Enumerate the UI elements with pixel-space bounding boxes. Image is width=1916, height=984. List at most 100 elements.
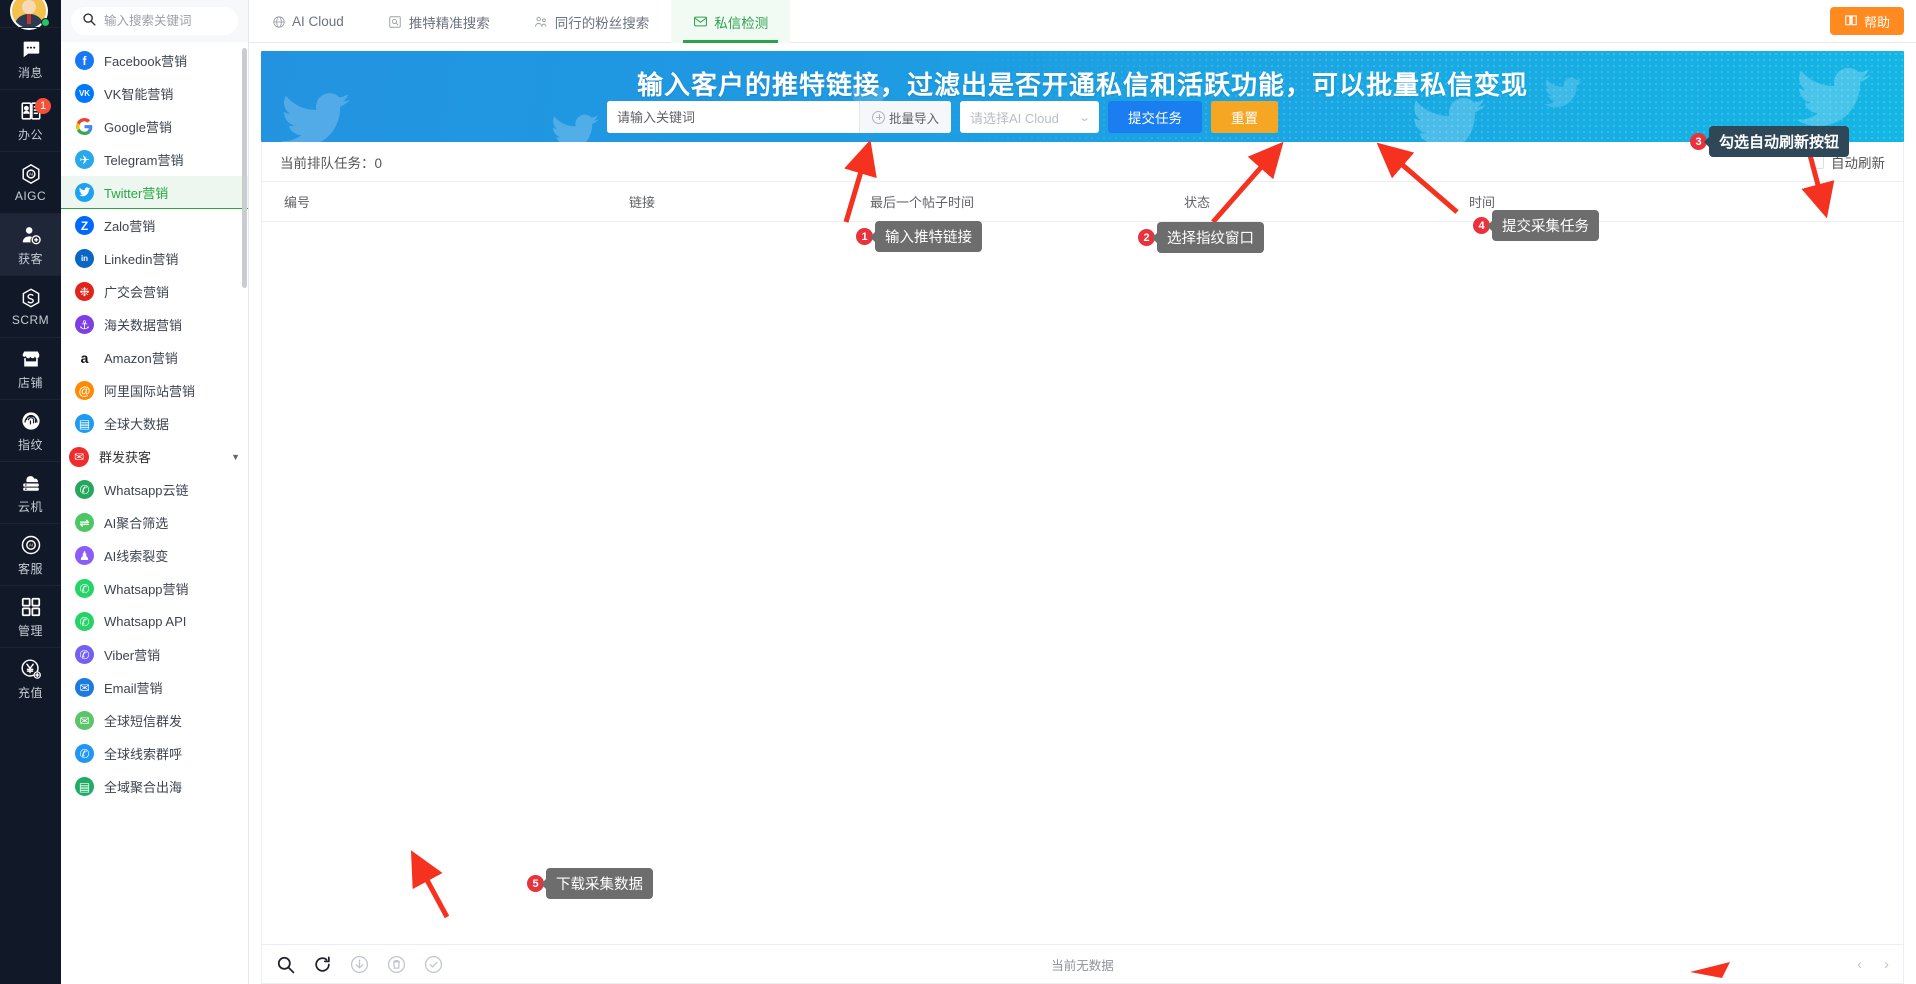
sidebar-item-Amazon营销[interactable]: a Amazon营销 <box>61 341 248 374</box>
annotation-1: 1 输入推特链接 <box>856 221 982 252</box>
amazon-icon: a <box>75 348 94 367</box>
sidebar-item-label: Amazon营销 <box>104 351 178 366</box>
rail-item-消息[interactable]: 消息 <box>0 27 61 89</box>
sidebar-item-全域聚合出海[interactable]: ▤ 全域聚合出海 <box>61 770 248 803</box>
next-page-button[interactable]: › <box>1884 956 1889 973</box>
submit-task-button[interactable]: 提交任务 <box>1108 101 1203 133</box>
rail-item-label: 管理 <box>17 623 43 638</box>
download-icon[interactable] <box>350 955 369 974</box>
rail-item-充值[interactable]: 充值 <box>0 647 61 709</box>
sidebar-item-label: 全域聚合出海 <box>104 780 183 795</box>
mass-send-icon: ✉ <box>69 446 89 467</box>
customs-data-icon: ⚓ <box>75 315 94 334</box>
sidebar-item-AI聚合筛选[interactable]: ⇌ AI聚合筛选 <box>61 506 248 539</box>
sidebar-item-label: AI聚合筛选 <box>104 516 169 531</box>
sidebar-item-Zalo营销[interactable]: Z Zalo营销 <box>61 209 248 242</box>
annotation-text: 下载采集数据 <box>546 868 653 899</box>
sidebar-scrollbar[interactable] <box>242 48 247 288</box>
pagination: ‹ › <box>1857 956 1889 973</box>
empty-state-text: 当前无数据 <box>1051 958 1114 973</box>
rail-item-label: 客服 <box>17 561 43 576</box>
rail-item-客服[interactable]: AI 客服 <box>0 523 61 585</box>
sidebar-item-全球大数据[interactable]: ▤ 全球大数据 <box>61 407 248 440</box>
rail-item-SCRM[interactable]: SCRM <box>0 275 61 337</box>
sidebar-item-label: Whatsapp营销 <box>104 582 189 597</box>
table-body <box>262 222 1903 944</box>
help-label: 帮助 <box>1863 14 1890 30</box>
batch-import-button[interactable]: 批量导入 <box>859 101 952 133</box>
tab-私信检测[interactable]: 私信检测 <box>671 0 791 43</box>
sidebar-item-群发获客[interactable]: ✉ 群发获客 ▼ <box>61 440 248 473</box>
sidebar-item-VK智能营销[interactable]: VK VK智能营销 <box>61 77 248 110</box>
rail-item-获客[interactable]: 获客 <box>0 213 61 275</box>
rail-item-店铺[interactable]: 店铺 <box>0 337 61 399</box>
check-circle-icon[interactable] <box>424 955 443 974</box>
acquire-customer-icon <box>19 223 43 247</box>
sidebar-item-Whatsapp API[interactable]: ✆ Whatsapp API <box>61 605 248 638</box>
sidebar: f Facebook营销 VK VK智能营销 Google营销 ✈ Telegram营销 Tw… <box>61 0 249 984</box>
sidebar-item-Linkedin营销[interactable]: in Linkedin营销 <box>61 242 248 275</box>
banner-title: 输入客户的推特链接，过滤出是否开通私信和活跃功能，可以批量私信变现 <box>636 70 1528 100</box>
tab-AI Cloud[interactable]: AI Cloud <box>249 0 366 43</box>
sidebar-item-label: Zalo营销 <box>104 219 156 234</box>
sidebar-item-Google营销[interactable]: Google营销 <box>61 110 248 143</box>
prev-page-button[interactable]: ‹ <box>1857 956 1862 973</box>
annotation-5: 5 下载采集数据 <box>527 868 653 899</box>
reset-button[interactable]: 重置 <box>1211 101 1279 133</box>
sidebar-item-Whatsapp营销[interactable]: ✆ Whatsapp营销 <box>61 572 248 605</box>
tab-同行的粉丝搜索[interactable]: 同行的粉丝搜索 <box>512 0 672 43</box>
search-input[interactable] <box>102 13 227 29</box>
table-header-cell: 链接 <box>628 195 655 210</box>
chevron-down-icon[interactable]: ▼ <box>231 452 240 462</box>
rail-item-管理[interactable]: 管理 <box>0 585 61 647</box>
table-footer: 当前无数据 ‹ › <box>262 944 1903 983</box>
sidebar-item-AI线索裂变[interactable]: ♟ AI线索裂变 <box>61 539 248 572</box>
linkedin-icon: in <box>75 249 94 268</box>
sidebar-search-box[interactable] <box>71 7 238 35</box>
sidebar-item-Telegram营销[interactable]: ✈ Telegram营销 <box>61 143 248 176</box>
annotation-2: 2 选择指纹窗口 <box>1138 222 1264 253</box>
rail-item-label: 云机 <box>17 499 43 514</box>
search-icon[interactable] <box>276 955 295 974</box>
sidebar-item-label: VK智能营销 <box>104 87 174 102</box>
annotation-text: 选择指纹窗口 <box>1157 222 1264 253</box>
rail-item-AIGC[interactable]: AI AIGC <box>0 151 61 213</box>
sidebar-item-广交会营销[interactable]: ❉ 广交会营销 <box>61 275 248 308</box>
sidebar-item-海关数据营销[interactable]: ⚓ 海关数据营销 <box>61 308 248 341</box>
rail-item-label: 店铺 <box>17 375 43 390</box>
sidebar-item-label: 全球大数据 <box>104 417 170 432</box>
refresh-icon[interactable] <box>313 955 332 974</box>
delete-icon[interactable] <box>387 955 406 974</box>
rail-item-指纹[interactable]: 指纹 <box>0 399 61 461</box>
sidebar-item-label: 全球线索群呼 <box>104 747 183 762</box>
whatsapp-icon: ✆ <box>75 579 94 598</box>
sidebar-item-Viber营销[interactable]: ✆ Viber营销 <box>61 638 248 671</box>
app-root: 消息办公 1 AI AIGC 获客 SCRM 店铺指纹云机 AI 客服管理充值 f Faceboo… <box>0 0 1916 984</box>
sidebar-item-Facebook营销[interactable]: f Facebook营销 <box>61 44 248 77</box>
grid-manage-icon <box>19 595 43 619</box>
dm-check-icon <box>693 14 708 29</box>
search-icon <box>82 12 96 31</box>
sidebar-item-Whatsapp云链[interactable]: ✆ Whatsapp云链 <box>61 473 248 506</box>
avatar[interactable] <box>0 0 61 30</box>
svg-text:AI: AI <box>29 542 33 547</box>
sidebar-item-Twitter营销[interactable]: Twitter营销 <box>61 176 248 209</box>
rail-item-办公[interactable]: 办公 1 <box>0 89 61 151</box>
ai-cloud-select[interactable]: 请选择AI Cloud ⌄ <box>960 101 1100 133</box>
sidebar-item-Email营销[interactable]: ✉ Email营销 <box>61 671 248 704</box>
help-button[interactable]: 帮助 <box>1829 7 1904 35</box>
rail-item-label: 办公 <box>17 127 43 142</box>
sidebar-item-阿里国际站营销[interactable]: @ 阿里国际站营销 <box>61 374 248 407</box>
email-icon: ✉ <box>75 678 94 697</box>
sidebar-item-label: 群发获客 <box>99 450 152 465</box>
sidebar-item-label: Facebook营销 <box>104 54 188 69</box>
keyword-input[interactable] <box>607 101 859 133</box>
sidebar-item-全球短信群发[interactable]: ✉ 全球短信群发 <box>61 704 248 737</box>
table-header-cell: 最后一个帖子时间 <box>869 195 974 210</box>
whatsapp-api-icon: ✆ <box>75 612 94 631</box>
rail-item-label: AIGC <box>14 189 47 203</box>
sidebar-item-全球线索群呼[interactable]: ✆ 全球线索群呼 <box>61 737 248 770</box>
table-header-cell: 状态 <box>1183 195 1210 210</box>
rail-item-云机[interactable]: 云机 <box>0 461 61 523</box>
tab-推特精准搜索[interactable]: 推特精准搜索 <box>366 0 512 43</box>
